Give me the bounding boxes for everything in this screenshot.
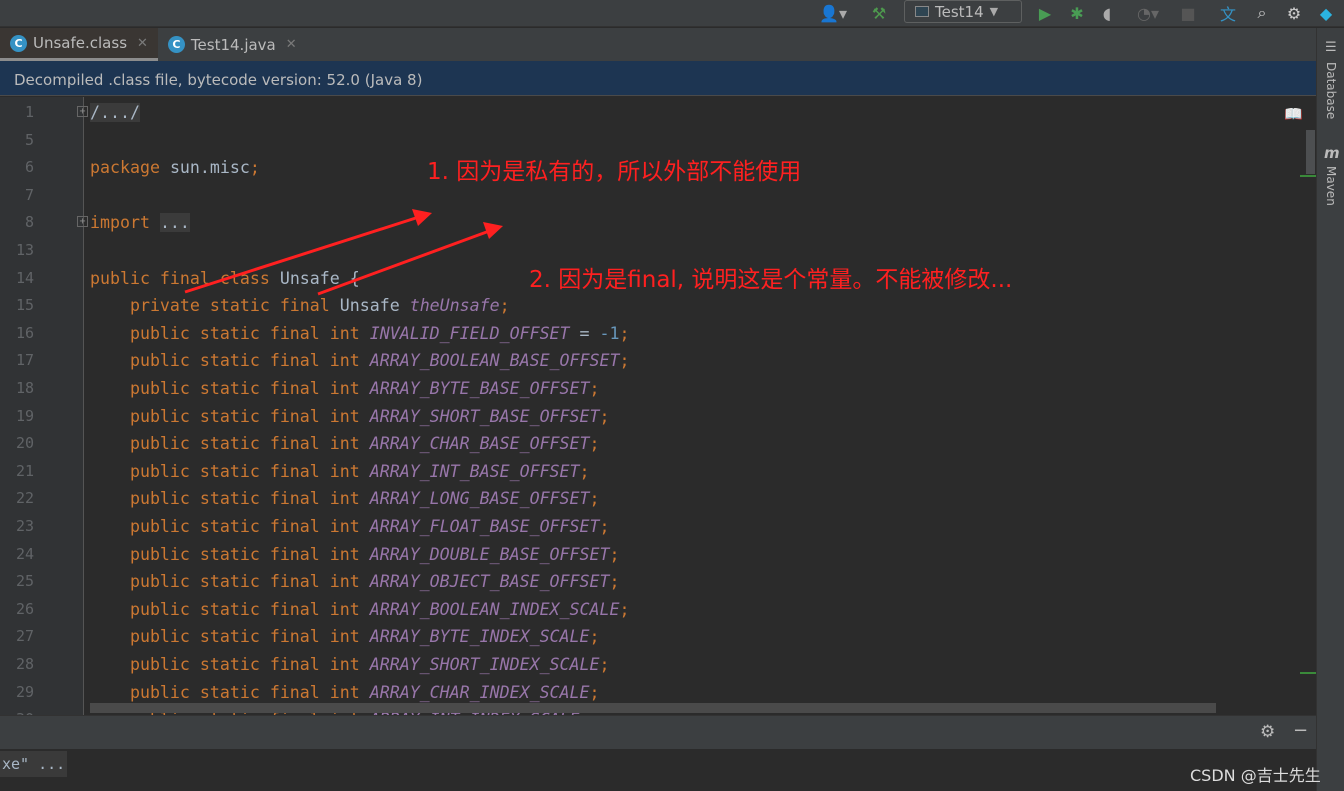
right-tool-strip: ☰ Database m Maven bbox=[1316, 28, 1344, 791]
maven-tool-button[interactable]: Maven bbox=[1324, 166, 1338, 206]
gear-icon[interactable]: ⚙ bbox=[1260, 722, 1275, 742]
arrow-1-head bbox=[412, 209, 432, 226]
database-icon: ☰ bbox=[1325, 40, 1337, 55]
annotation-1: 1. 因为是私有的，所以外部不能使用 bbox=[427, 159, 802, 185]
database-tool-button[interactable]: Database bbox=[1324, 62, 1338, 119]
watermark: CSDN @吉士先生 bbox=[1190, 766, 1321, 785]
annotation-arrows bbox=[184, 209, 503, 296]
maven-icon: m bbox=[1324, 144, 1340, 162]
annotation-2: 2. 因为是final, 说明这是个常量。不能被修改... bbox=[529, 267, 1013, 293]
tool-window-header: ⚙ − bbox=[0, 715, 1316, 749]
console-output: xe" ... bbox=[0, 751, 68, 777]
tool-window-content: xe" ... bbox=[0, 749, 1316, 791]
arrow-2-head bbox=[483, 222, 503, 239]
minimize-icon[interactable]: − bbox=[1293, 720, 1308, 741]
arrow-1 bbox=[184, 214, 423, 294]
